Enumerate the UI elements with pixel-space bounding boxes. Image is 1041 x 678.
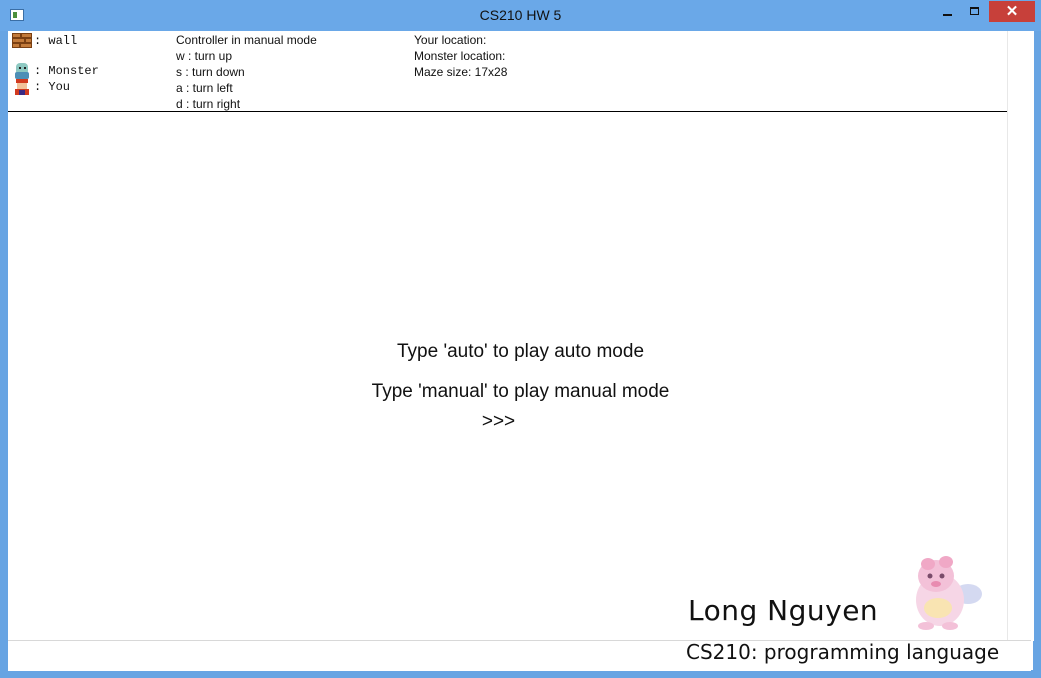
- controls-panel: Controller in manual mode w : turn up s …: [176, 32, 317, 112]
- title-bar[interactable]: CS210 HW 5 ✕: [0, 0, 1041, 31]
- key-d: d : turn right: [176, 97, 241, 111]
- prompt-auto: Type 'auto' to play auto mode: [396, 341, 645, 362]
- header-divider: [8, 111, 1007, 112]
- your-location: Your location:: [414, 33, 487, 47]
- legend-you: : You: [12, 79, 70, 95]
- window-title: CS210 HW 5: [479, 7, 562, 23]
- maze-size: Maze size: 17x28: [414, 65, 508, 79]
- prompt-cursor[interactable]: >>>: [0, 411, 1011, 433]
- brick-wall-icon: [12, 33, 32, 49]
- legend-wall: : wall: [12, 33, 77, 49]
- legend-monster-label: : Monster: [34, 64, 99, 78]
- status-panel: Your location: Monster location: Maze si…: [414, 32, 507, 80]
- legend-you-label: : You: [34, 80, 71, 94]
- maximize-icon: [970, 7, 979, 15]
- minimize-button[interactable]: [935, 1, 961, 22]
- mascot-image: [916, 556, 982, 630]
- right-margin: [1007, 31, 1034, 641]
- key-w: w : turn up: [176, 49, 233, 63]
- monster-icon: [12, 63, 32, 79]
- key-a: a : turn left: [176, 81, 233, 95]
- minimize-icon: [943, 14, 952, 16]
- close-button[interactable]: ✕: [989, 1, 1035, 22]
- course-name: CS210: programming language: [686, 640, 1000, 664]
- key-s: s : turn down: [176, 65, 245, 79]
- legend-monster: : Monster: [12, 63, 99, 79]
- legend-wall-label: : wall: [34, 34, 78, 48]
- monster-location: Monster location:: [414, 49, 506, 63]
- maximize-button[interactable]: [962, 1, 988, 22]
- close-icon: ✕: [1005, 3, 1019, 20]
- app-window: CS210 HW 5 ✕ : wall: Monster: You Cont…: [0, 0, 1041, 678]
- controller-mode: Controller in manual mode: [176, 33, 317, 47]
- author-name: Long Nguyen: [688, 594, 879, 627]
- player-icon: [12, 79, 32, 95]
- game-canvas[interactable]: : wall : Monster : You Controller in man…: [8, 31, 1034, 671]
- prompt-manual: Type 'manual' to play manual mode: [371, 381, 670, 402]
